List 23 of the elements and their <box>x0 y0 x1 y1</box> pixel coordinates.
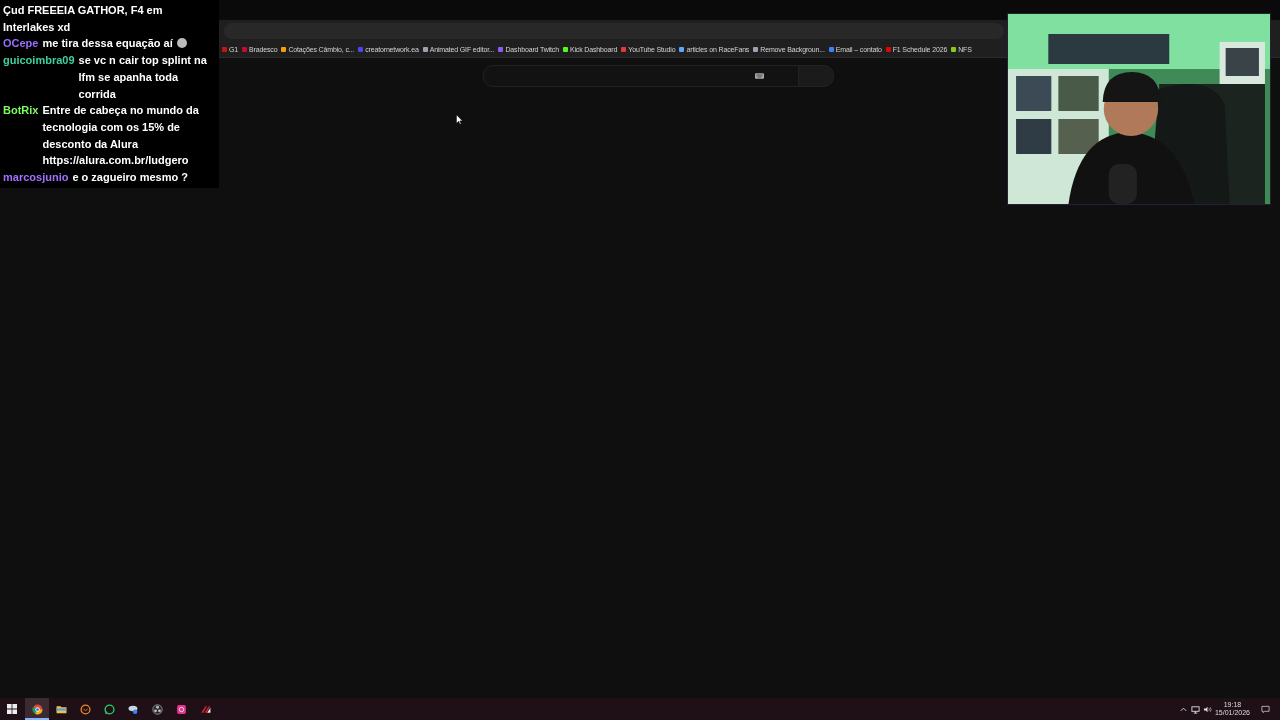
chat-bubble-icon <box>103 703 115 715</box>
chat-message: e o zagueiro mesmo ? <box>72 171 188 184</box>
chat-message: se vc n cair top splint na lfm se apanha toda corrida <box>78 54 207 100</box>
notification-icon[interactable] <box>1261 704 1270 714</box>
browser-icon <box>31 703 43 715</box>
mail-icon <box>79 703 91 715</box>
volume-icon[interactable] <box>1202 704 1212 714</box>
app-icon <box>175 703 187 715</box>
chat-username: OCepe <box>3 36 39 52</box>
network-icon[interactable] <box>1190 704 1200 714</box>
keyboard-icon[interactable] <box>754 73 764 79</box>
app-icon <box>199 703 211 715</box>
search-field[interactable] <box>482 65 799 87</box>
chat-username: marcosjunio <box>3 170 69 186</box>
chat-username: BotRix <box>3 103 39 119</box>
recorder-icon <box>151 703 163 715</box>
chat-message: me tira dessa equação aí <box>42 37 173 50</box>
folder-icon <box>55 703 67 715</box>
mouse-cursor-icon <box>456 114 463 125</box>
taskbar-button[interactable] <box>25 698 49 720</box>
app-icon <box>127 703 139 715</box>
chat-username: guicoimbra09 <box>3 53 75 69</box>
windows-start-icon[interactable] <box>7 704 17 714</box>
